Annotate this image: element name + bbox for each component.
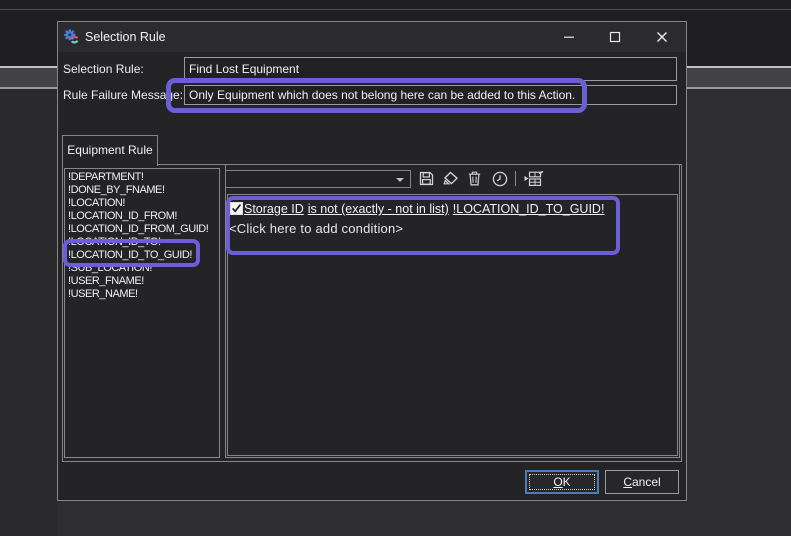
minimize-button[interactable] bbox=[546, 22, 592, 51]
clear-button[interactable] bbox=[442, 170, 459, 187]
eraser-icon bbox=[442, 171, 459, 186]
chevron-down-icon bbox=[396, 178, 404, 182]
cancel-button-label: Cancel bbox=[623, 475, 660, 489]
cancel-button[interactable]: Cancel bbox=[605, 470, 679, 494]
list-item[interactable]: !LOCATION! bbox=[65, 197, 219, 210]
background-app-divider bbox=[0, 9, 791, 10]
toolbar-separator bbox=[515, 171, 516, 186]
trash-icon bbox=[468, 171, 481, 186]
delete-button[interactable] bbox=[466, 170, 483, 187]
annotation-rect-failure-message bbox=[166, 78, 587, 113]
list-item[interactable]: !USER_NAME! bbox=[65, 288, 219, 301]
background-app-left-panel bbox=[0, 89, 57, 536]
screen: Selection Rule Selection Rule: Find Lost… bbox=[0, 0, 791, 536]
gears-icon bbox=[64, 29, 80, 45]
list-item[interactable]: !USER_FNAME! bbox=[65, 275, 219, 288]
clock-icon bbox=[492, 171, 508, 187]
edit-grid-button[interactable] bbox=[521, 170, 545, 187]
close-button[interactable] bbox=[639, 22, 685, 51]
dialog-title: Selection Rule bbox=[85, 22, 166, 52]
maximize-button[interactable] bbox=[592, 22, 638, 51]
grid-edit-icon bbox=[522, 170, 544, 187]
dialog-titlebar[interactable]: Selection Rule bbox=[58, 22, 686, 52]
focus-rectangle bbox=[529, 474, 595, 490]
maximize-icon bbox=[609, 31, 621, 43]
annotation-rect-condition bbox=[226, 196, 620, 255]
save-button[interactable] bbox=[418, 170, 435, 187]
list-item[interactable]: !LOCATION_ID_FROM! bbox=[65, 210, 219, 223]
ok-button[interactable]: OK bbox=[525, 470, 599, 494]
history-button[interactable] bbox=[491, 170, 508, 187]
minimize-icon bbox=[563, 31, 575, 43]
save-icon bbox=[419, 171, 434, 186]
annotation-rect-list-item bbox=[63, 239, 200, 267]
list-item[interactable]: !LOCATION_ID_FROM_GUID! bbox=[65, 223, 219, 236]
tab-equipment-rule[interactable]: Equipment Rule bbox=[62, 135, 158, 166]
selection-rule-label: Selection Rule: bbox=[63, 62, 144, 76]
filter-combo[interactable] bbox=[225, 170, 411, 188]
list-item[interactable]: !DONE_BY_FNAME! bbox=[65, 184, 219, 197]
list-item[interactable]: !DEPARTMENT! bbox=[65, 171, 219, 184]
close-icon bbox=[656, 31, 668, 43]
fields-listbox[interactable]: !DEPARTMENT! !DONE_BY_FNAME! !LOCATION! … bbox=[64, 168, 220, 458]
